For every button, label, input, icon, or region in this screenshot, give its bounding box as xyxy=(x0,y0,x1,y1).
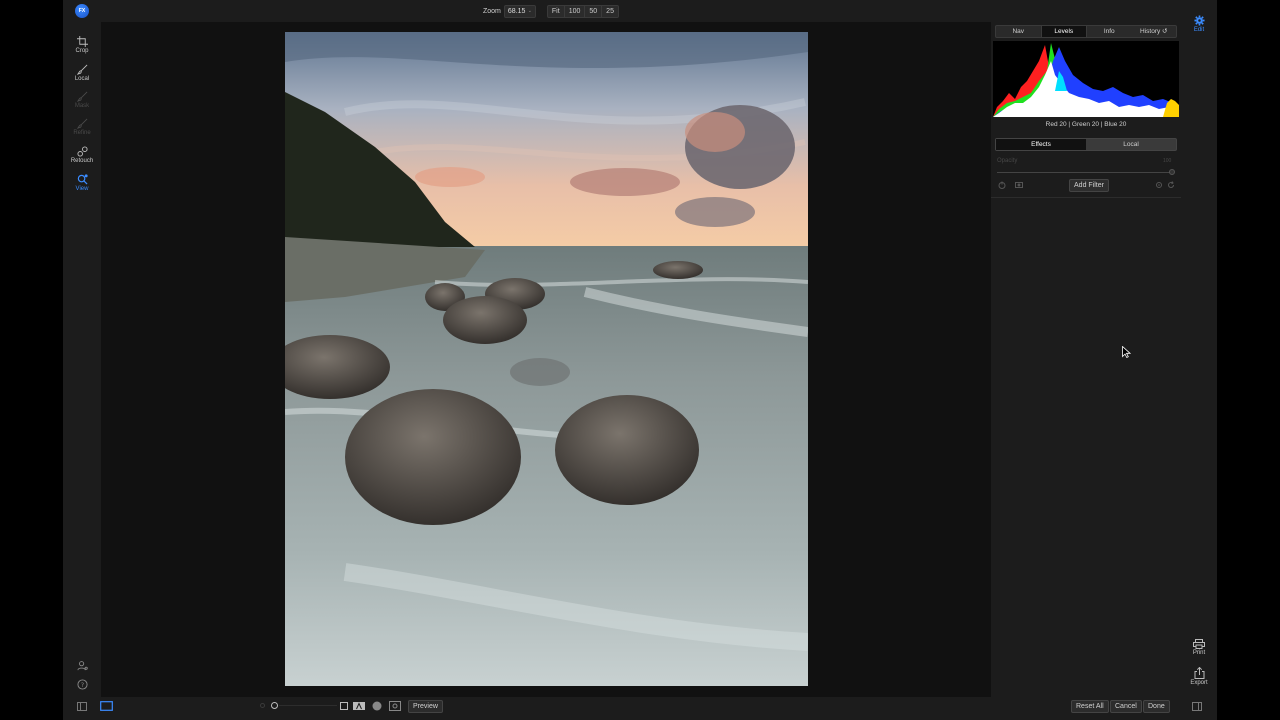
printer-icon xyxy=(1193,639,1205,649)
zoom-preset-fit[interactable]: Fit xyxy=(548,5,565,17)
crop-icon xyxy=(76,36,88,47)
tool-label: Local xyxy=(74,76,90,82)
histogram-readout: Red 20 | Green 20 | Blue 20 xyxy=(1045,121,1127,128)
right-module-bar: Edit Print Export xyxy=(1181,0,1217,720)
top-bar: FX Zoom 68.15 ⌄ Fit 100 50 25 xyxy=(63,0,1217,22)
tab-effects[interactable]: Effects xyxy=(996,139,1086,150)
zoom-label: Zoom xyxy=(483,7,501,15)
zoom-slider-track[interactable] xyxy=(279,705,337,706)
zoom-preset-25[interactable]: 25 xyxy=(602,6,618,17)
reset-icon[interactable] xyxy=(1167,181,1175,189)
svg-text:?: ? xyxy=(80,681,83,689)
refine-brush-icon xyxy=(76,118,87,129)
tab-history-label: History xyxy=(1140,28,1161,35)
tool-label: Retouch xyxy=(70,158,94,164)
gear-icon[interactable] xyxy=(1155,181,1163,189)
tool-label: View xyxy=(75,186,89,192)
tab-local[interactable]: Local xyxy=(1086,139,1176,150)
tab-nav[interactable]: Nav xyxy=(996,26,1041,37)
export-label: Export xyxy=(1190,680,1208,686)
cancel-button[interactable]: Cancel xyxy=(1110,700,1142,713)
layer-tabs: Effects Local xyxy=(995,138,1177,151)
zoom-field[interactable]: 68.15 ⌄ xyxy=(503,4,536,18)
tool-label: Refine xyxy=(73,130,91,136)
opacity-value: 100 xyxy=(1163,158,1172,164)
mask-brush-icon xyxy=(76,91,87,102)
edit-module-label: Edit xyxy=(1193,27,1205,33)
tab-levels[interactable]: Levels xyxy=(1040,26,1087,37)
tool-local[interactable]: Local xyxy=(63,64,101,82)
zoom-min-dot xyxy=(260,703,265,708)
mask-overlay-icon[interactable] xyxy=(372,701,382,711)
chevron-updown-icon: ⌄ xyxy=(527,8,532,14)
mask-icon[interactable] xyxy=(1015,181,1023,189)
photo-illustration xyxy=(285,32,808,686)
tool-refine: Refine xyxy=(63,118,101,136)
retouch-icon xyxy=(76,146,88,157)
reset-all-button[interactable]: Reset All xyxy=(1071,700,1109,713)
panel-divider xyxy=(991,197,1181,198)
tool-retouch[interactable]: Retouch xyxy=(63,146,101,164)
preview-button[interactable]: Preview xyxy=(408,700,443,713)
filter-toolbar: Add Filter xyxy=(993,178,1179,196)
bottom-bar: Preview Reset All Cancel Done xyxy=(63,697,1217,720)
opacity-slider-handle[interactable] xyxy=(1169,169,1175,175)
power-icon[interactable] xyxy=(998,181,1006,189)
browse-panel-toggle-icon[interactable] xyxy=(77,702,87,711)
print-label: Print xyxy=(1192,650,1206,656)
single-view-icon[interactable] xyxy=(100,701,113,711)
tool-label: Crop xyxy=(75,48,89,54)
clipping-icon[interactable] xyxy=(389,701,401,711)
add-filter-button[interactable]: Add Filter xyxy=(1069,179,1109,192)
gear-icon xyxy=(1193,15,1205,26)
tool-crop[interactable]: Crop xyxy=(63,36,101,54)
tool-view[interactable]: View xyxy=(63,174,101,192)
edit-module-button[interactable]: Edit xyxy=(1181,15,1217,33)
done-button[interactable]: Done xyxy=(1143,700,1170,713)
zoom-preset-50[interactable]: 50 xyxy=(585,5,603,17)
split-view-icon[interactable] xyxy=(353,702,365,710)
panel-tabs: Nav Levels Info History ↺ xyxy=(995,25,1177,38)
user-icon xyxy=(76,661,88,671)
undo-icon: ↺ xyxy=(1162,28,1168,35)
zoom-controls: Zoom 68.15 ⌄ Fit 100 50 25 xyxy=(483,4,619,18)
zoom-presets: Fit 100 50 25 xyxy=(546,4,619,18)
app-window: FX Zoom 68.15 ⌄ Fit 100 50 25 Crop Local xyxy=(63,0,1217,720)
help-icon: ? xyxy=(76,679,88,690)
right-panel: Nav Levels Info History ↺ Red 20 | Green… xyxy=(991,22,1181,697)
tool-label: Mask xyxy=(74,103,90,109)
help-button[interactable]: ? xyxy=(63,679,101,690)
tool-mask: Mask xyxy=(63,91,101,109)
opacity-slider-track[interactable] xyxy=(997,172,1173,173)
panel-toggle-icon[interactable] xyxy=(1192,702,1202,711)
export-button[interactable]: Export xyxy=(1181,667,1217,686)
magnifier-icon xyxy=(77,174,88,185)
histogram xyxy=(993,41,1179,117)
opacity-label: Opacity xyxy=(997,158,1018,164)
tab-history[interactable]: History ↺ xyxy=(1132,26,1177,37)
left-toolbar: Crop Local Mask Refine Retouch View ? xyxy=(63,22,101,697)
app-logo[interactable]: FX xyxy=(75,4,89,18)
image-canvas[interactable] xyxy=(101,22,991,697)
mouse-cursor-icon xyxy=(1122,346,1131,358)
zoom-value: 68.15 xyxy=(507,7,526,15)
brush-icon xyxy=(76,64,87,75)
zoom-preset-100[interactable]: 100 xyxy=(565,5,586,17)
print-button[interactable]: Print xyxy=(1181,639,1217,656)
zoom-slider-handle[interactable] xyxy=(271,702,278,709)
account-button[interactable] xyxy=(63,660,101,671)
beach-photo[interactable] xyxy=(285,32,808,686)
tab-info[interactable]: Info xyxy=(1087,26,1132,37)
compare-square-icon[interactable] xyxy=(340,702,348,710)
export-icon xyxy=(1194,667,1204,679)
